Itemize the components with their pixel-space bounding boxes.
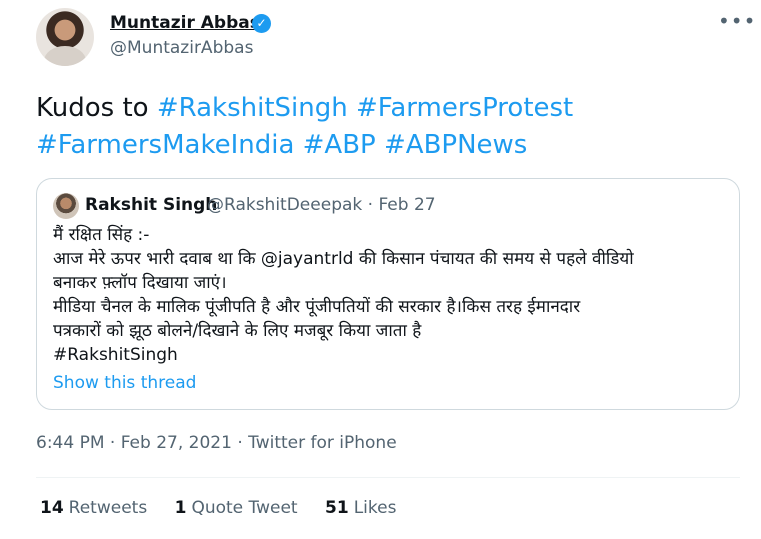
hashtag-abp[interactable]: #ABP bbox=[303, 130, 376, 160]
quoted-author-meta: @RakshitDeeepak · Feb 27 bbox=[207, 195, 436, 215]
quote-tweets-label: Quote Tweet bbox=[191, 498, 298, 518]
tweet-text: Kudos to #RakshitSingh #FarmersProtest #F… bbox=[36, 90, 726, 164]
author-handle[interactable]: @MuntazirAbbas bbox=[110, 38, 253, 58]
divider bbox=[36, 477, 740, 478]
hashtag-rakshitsingh[interactable]: #RakshitSingh bbox=[157, 93, 348, 123]
hashtag-farmersmakeindia[interactable]: #FarmersMakeIndia bbox=[36, 130, 294, 160]
quoted-tweet-text: मैं रक्षित सिंह :- आज मेरे ऊपर भारी दवाब… bbox=[53, 223, 723, 367]
hashtag-abpnews[interactable]: #ABPNews bbox=[384, 130, 527, 160]
show-thread-link[interactable]: Show this thread bbox=[53, 373, 196, 393]
quoted-author-name: Rakshit Singh bbox=[85, 195, 218, 215]
likes-count: 51 bbox=[325, 498, 349, 518]
quoted-line: मीडिया चैनल के मालिक पूंजीपति है और पूंज… bbox=[53, 297, 581, 317]
quoted-line: पत्रकारों को झूठ बोलने/दिखाने के लिए मजब… bbox=[53, 321, 422, 341]
retweets-count: 14 bbox=[40, 498, 64, 518]
retweets-label: Retweets bbox=[68, 498, 148, 518]
engagement-stats: 14 Retweets 1 Quote Tweet 51 Likes bbox=[40, 498, 418, 518]
quoted-line: आज मेरे ऊपर भारी दवाब था कि @jayantrld क… bbox=[53, 249, 634, 269]
retweets-stat[interactable]: 14 Retweets bbox=[40, 498, 147, 518]
likes-label: Likes bbox=[353, 498, 397, 518]
verified-badge-icon: ✓ bbox=[252, 14, 271, 33]
author-name[interactable]: Muntazir Abbas bbox=[110, 13, 260, 33]
quoted-tweet-card[interactable]: Rakshit Singh @RakshitDeeepak · Feb 27 म… bbox=[36, 178, 740, 410]
tweet-prefix: Kudos to bbox=[36, 93, 157, 123]
quote-tweets-count: 1 bbox=[174, 498, 187, 518]
quoted-author-avatar bbox=[53, 193, 79, 219]
hashtag-farmersprotest[interactable]: #FarmersProtest bbox=[356, 93, 573, 123]
author-avatar[interactable] bbox=[36, 8, 94, 66]
tweet-timestamp[interactable]: 6:44 PM · Feb 27, 2021 · Twitter for iPh… bbox=[36, 433, 397, 453]
quote-tweets-stat[interactable]: 1 Quote Tweet bbox=[175, 498, 298, 518]
likes-stat[interactable]: 51 Likes bbox=[325, 498, 396, 518]
quoted-line: मैं रक्षित सिंह :- bbox=[53, 225, 150, 245]
more-options-icon[interactable]: ••• bbox=[718, 11, 755, 34]
quoted-hashtag: #RakshitSingh bbox=[53, 345, 178, 365]
quoted-line: बनाकर फ़्लॉप दिखाया जाएं। bbox=[53, 273, 227, 293]
